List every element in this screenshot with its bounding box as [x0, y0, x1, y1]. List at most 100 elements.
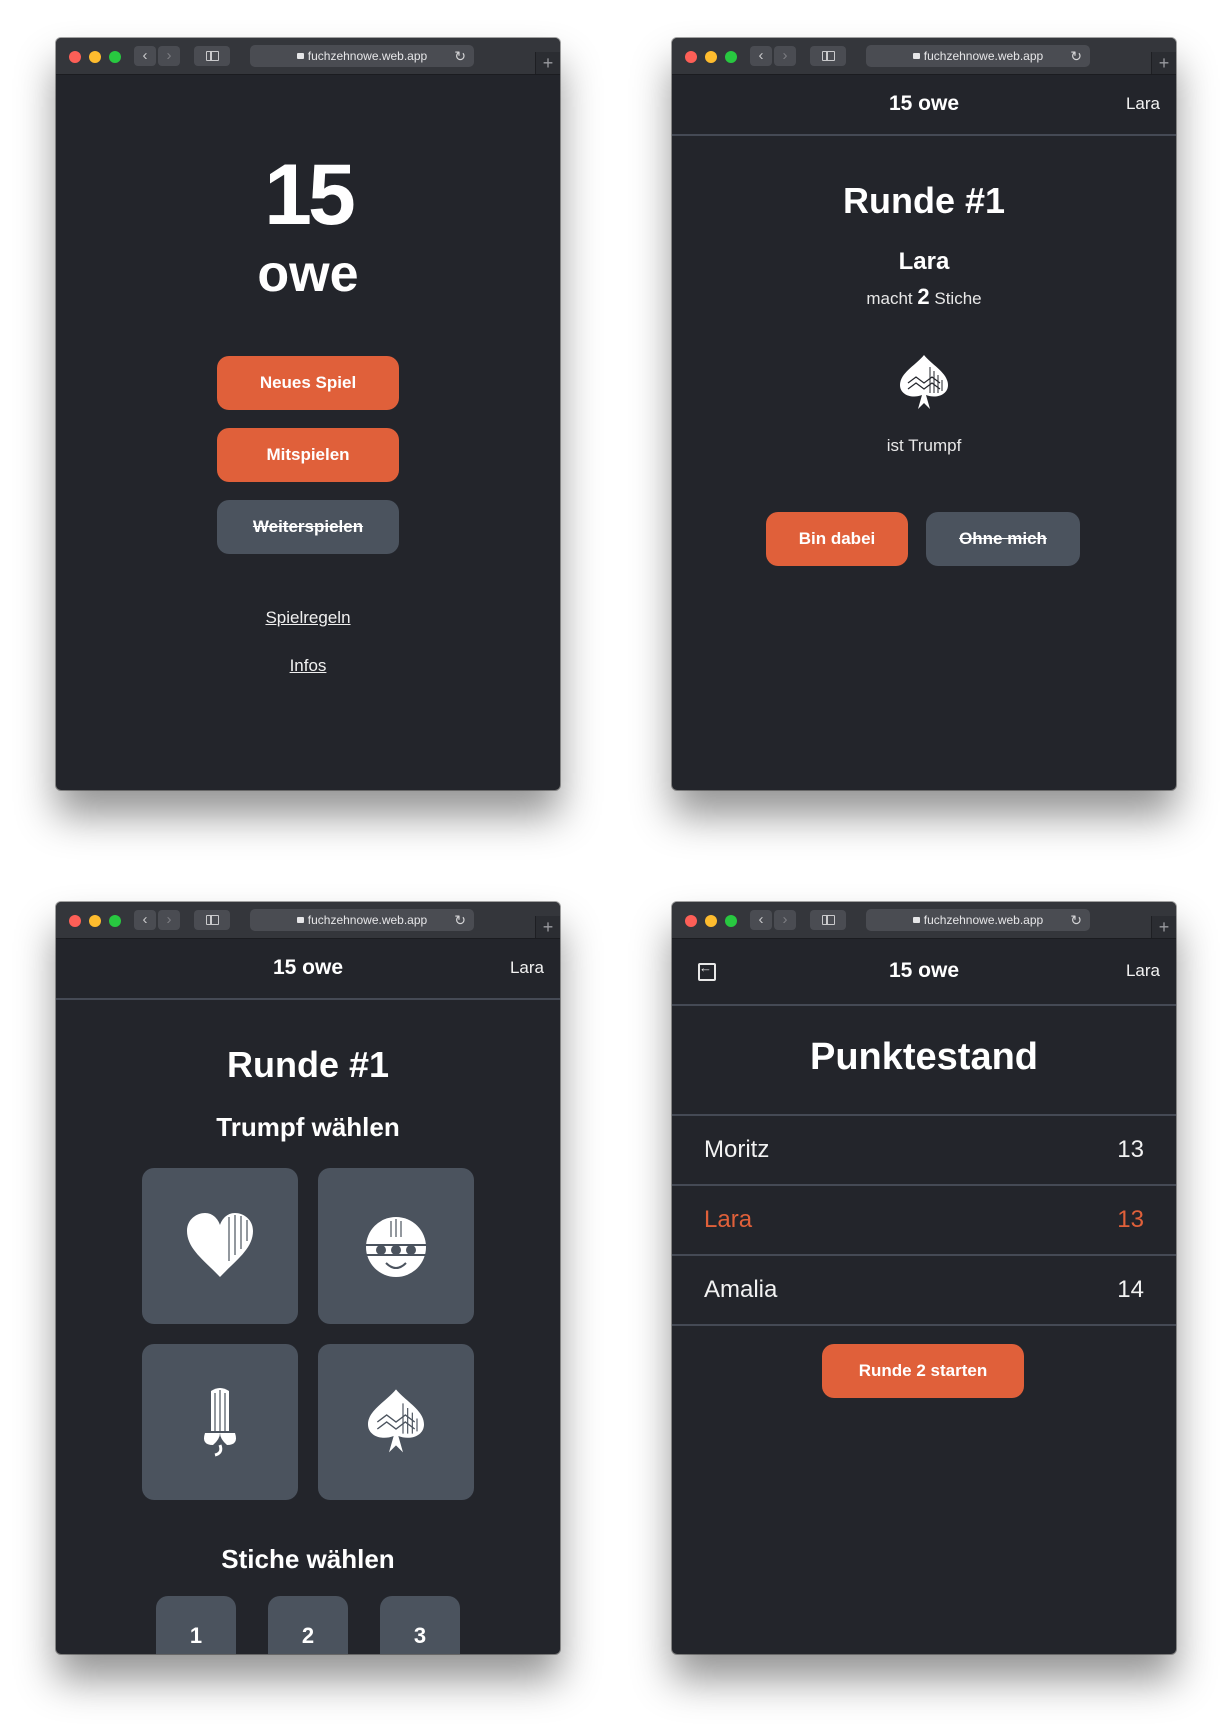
close-window-button[interactable]: [685, 51, 697, 63]
reload-icon[interactable]: ↻: [1070, 909, 1082, 931]
zoom-window-button[interactable]: [109, 51, 121, 63]
rules-link[interactable]: Spielregeln: [56, 608, 560, 628]
leaf-icon: [368, 1389, 424, 1453]
user-name: Lara: [1125, 94, 1160, 113]
lock-icon: [296, 53, 304, 59]
lock-icon: [912, 917, 920, 923]
new-tab-button[interactable]: +: [1151, 916, 1176, 938]
browser-toolbar: ‹ › fuchzehnowe.web.app ↻ +: [672, 902, 1176, 939]
tricks-option-3[interactable]: 3: [380, 1596, 460, 1654]
url-text: fuchzehnowe.web.app: [307, 913, 428, 927]
suit-leaf-button[interactable]: [318, 1344, 474, 1500]
back-button[interactable]: ‹: [134, 46, 156, 66]
announcing-player: Lara: [898, 248, 950, 275]
forward-button[interactable]: ›: [158, 910, 180, 930]
sidebar-toggle-button[interactable]: [810, 46, 846, 66]
browser-window-home: ‹ › fuchzehnowe.web.app ↻ + 15 owe Neues …: [56, 38, 560, 790]
trump-text: ist Trumpf: [886, 436, 962, 455]
trump-heading: Trumpf wählen: [216, 1112, 400, 1142]
new-tab-button[interactable]: +: [1151, 52, 1176, 74]
sidebar-toggle-button[interactable]: [194, 910, 230, 930]
suit-bell-button[interactable]: [318, 1168, 474, 1324]
makes-suffix: Stiche: [934, 289, 982, 308]
acorn-icon: [204, 1388, 236, 1457]
url-text: fuchzehnowe.web.app: [923, 49, 1044, 63]
tricks-option-2[interactable]: 2: [268, 1596, 348, 1654]
tricks-count: 2: [917, 284, 930, 309]
back-button[interactable]: ‹: [134, 910, 156, 930]
minimize-window-button[interactable]: [89, 915, 101, 927]
sidebar-toggle-button[interactable]: [810, 910, 846, 930]
sidebar-icon: [822, 915, 835, 925]
close-window-button[interactable]: [685, 915, 697, 927]
score-row-current-user: Lara 13: [672, 1186, 1176, 1256]
sidebar-icon: [206, 915, 219, 925]
address-bar[interactable]: fuchzehnowe.web.app ↻: [866, 909, 1090, 931]
reload-icon[interactable]: ↻: [1070, 45, 1082, 67]
app-header: 15 owe Lara: [672, 938, 1176, 1006]
makes-prefix: macht: [866, 289, 913, 308]
player-score: 13: [1117, 1206, 1144, 1233]
lock-icon: [912, 53, 920, 59]
trick-announcement: macht 2 Stiche: [672, 284, 1176, 310]
suit-acorn-button[interactable]: [142, 1344, 298, 1500]
new-game-button[interactable]: Neues Spiel: [217, 356, 399, 410]
close-window-button[interactable]: [69, 51, 81, 63]
zoom-window-button[interactable]: [109, 915, 121, 927]
player-score: 13: [1117, 1136, 1144, 1163]
new-tab-button[interactable]: +: [535, 52, 560, 74]
player-name: Moritz: [704, 1136, 770, 1163]
minimize-window-button[interactable]: [705, 51, 717, 63]
browser-window-choose: ‹ › fuchzehnowe.web.app ↻ + 15 owe Lara R…: [56, 902, 560, 1654]
lock-icon: [296, 917, 304, 923]
decline-button[interactable]: Ohne mich: [926, 512, 1080, 566]
app-header: 15 owe Lara: [56, 938, 560, 1000]
info-link[interactable]: Infos: [56, 656, 560, 676]
browser-toolbar: ‹ › fuchzehnowe.web.app ↻ +: [672, 38, 1176, 75]
tricks-option-1[interactable]: 1: [156, 1596, 236, 1654]
browser-toolbar: ‹ › fuchzehnowe.web.app ↻ +: [56, 38, 560, 75]
player-name: Amalia: [704, 1276, 778, 1303]
logo-number: 15: [264, 147, 356, 243]
back-button[interactable]: ‹: [750, 910, 772, 930]
player-name: Lara: [704, 1206, 753, 1233]
accept-button[interactable]: Bin dabei: [766, 512, 908, 566]
bell-icon: [366, 1217, 426, 1277]
user-name: Lara: [1125, 961, 1160, 980]
zoom-window-button[interactable]: [725, 915, 737, 927]
player-score: 14: [1117, 1276, 1144, 1303]
forward-button[interactable]: ›: [774, 46, 796, 66]
heart-icon: [187, 1213, 253, 1277]
app-header: 15 owe Lara: [672, 74, 1176, 136]
score-row: Moritz 13: [672, 1116, 1176, 1186]
zoom-window-button[interactable]: [725, 51, 737, 63]
new-tab-button[interactable]: +: [535, 916, 560, 938]
suit-heart-button[interactable]: [142, 1168, 298, 1324]
minimize-window-button[interactable]: [705, 915, 717, 927]
reload-icon[interactable]: ↻: [454, 909, 466, 931]
join-game-button[interactable]: Mitspielen: [217, 428, 399, 482]
round-title: Runde #1: [842, 180, 1006, 221]
app-brand: 15 owe: [888, 92, 960, 115]
address-bar[interactable]: fuchzehnowe.web.app ↻: [250, 909, 474, 931]
sidebar-toggle-button[interactable]: [194, 46, 230, 66]
address-bar[interactable]: fuchzehnowe.web.app ↻: [250, 45, 474, 67]
reload-icon[interactable]: ↻: [454, 45, 466, 67]
address-bar[interactable]: fuchzehnowe.web.app ↻: [866, 45, 1090, 67]
minimize-window-button[interactable]: [89, 51, 101, 63]
scores-title: Punktestand: [809, 1036, 1039, 1078]
user-name: Lara: [509, 958, 544, 977]
browser-window-announce: ‹ › fuchzehnowe.web.app ↻ + 15 owe Lara R…: [672, 38, 1176, 790]
back-button[interactable]: ‹: [750, 46, 772, 66]
forward-button[interactable]: ›: [774, 910, 796, 930]
close-window-button[interactable]: [69, 915, 81, 927]
url-text: fuchzehnowe.web.app: [923, 913, 1044, 927]
browser-toolbar: ‹ › fuchzehnowe.web.app ↻ +: [56, 902, 560, 939]
sidebar-icon: [822, 51, 835, 61]
url-text: fuchzehnowe.web.app: [307, 49, 428, 63]
app-brand: 15 owe: [272, 956, 344, 979]
forward-button[interactable]: ›: [158, 46, 180, 66]
continue-game-button: Weiterspielen: [217, 500, 399, 554]
tricks-heading: Stiche wählen: [221, 1544, 395, 1574]
start-next-round-button[interactable]: Runde 2 starten: [822, 1344, 1024, 1398]
